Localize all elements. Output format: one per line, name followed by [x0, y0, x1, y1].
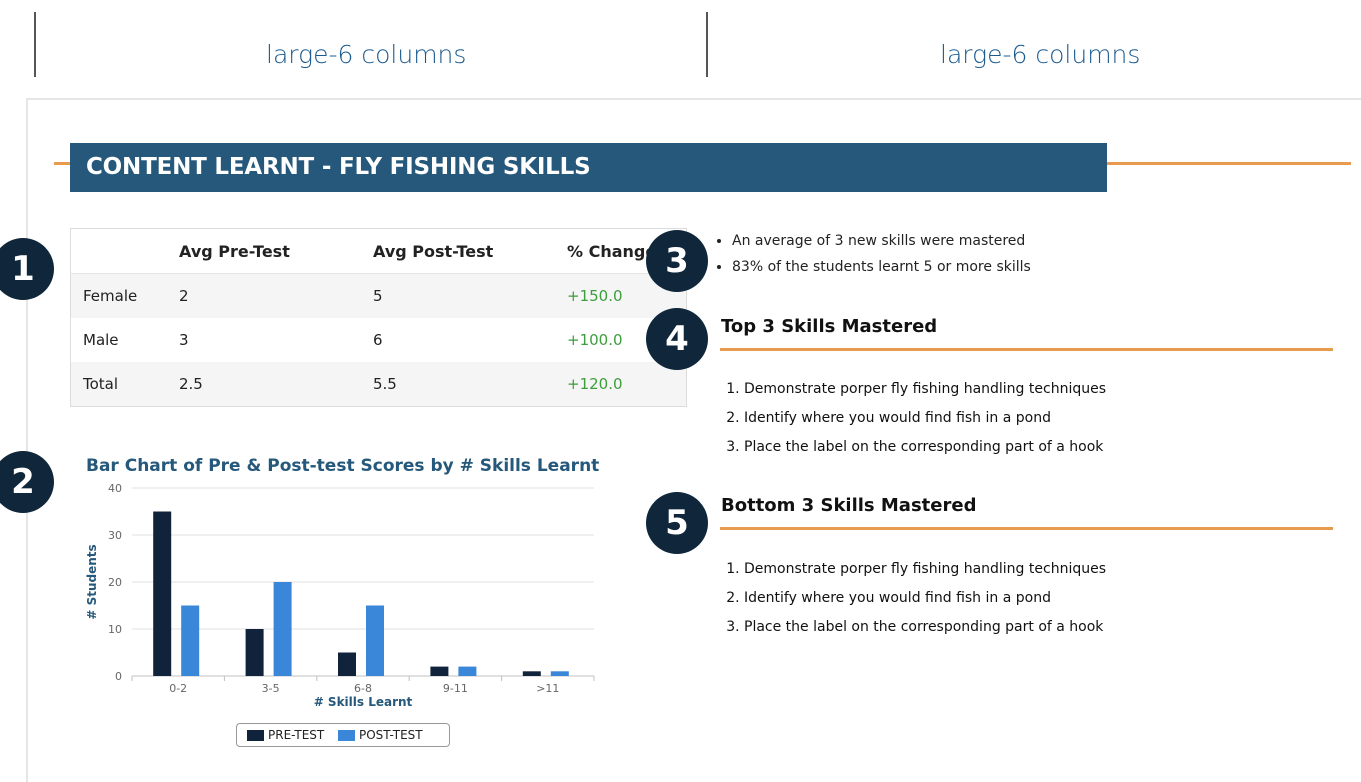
list-item: Place the label on the corresponding par…: [744, 433, 1106, 462]
table-cell: 5.5: [361, 362, 555, 407]
table-cell: 3: [167, 318, 361, 362]
bar-pre-test: [522, 671, 541, 676]
x-axis-title: # Skills Learnt: [314, 695, 413, 709]
list-item: Demonstrate porper fly fishing handling …: [744, 555, 1106, 584]
top-skills-heading: Top 3 Skills Mastered: [721, 316, 938, 337]
table-header-cell: Avg Post-Test: [361, 228, 555, 274]
table-cell: 5: [361, 273, 555, 318]
bar-pre-test: [338, 652, 356, 676]
legend-swatch-pre: [247, 730, 264, 741]
legend-label-post: POST-TEST: [359, 728, 423, 742]
bar-post-test: [550, 671, 569, 676]
y-tick-label: 20: [108, 576, 122, 589]
chart-legend: PRE-TEST POST-TEST: [236, 723, 450, 747]
x-tick-label: 3-5: [262, 682, 280, 695]
table-cell: 6: [361, 318, 555, 362]
bar-pre-test: [430, 666, 449, 676]
bar-chart: 0 10 20 30 40 0-2 3-5 6-8 9-11 >11 # Skills Learnt…: [85, 482, 595, 709]
column-label-right: large-6 columns: [940, 40, 1141, 69]
y-tick-label: 10: [108, 623, 122, 636]
bar-post-test: [366, 605, 384, 676]
badge-2: 2: [0, 451, 54, 513]
badge-3: 3: [646, 230, 708, 292]
summary-bullet: 83% of the students learnt 5 or more ski…: [732, 259, 1031, 275]
list-item: Identify where you would find fish in a …: [744, 404, 1106, 433]
table-cell: Female: [70, 273, 167, 318]
list-item: Identify where you would find fish in a …: [744, 584, 1106, 613]
x-tick-label: >11: [536, 682, 559, 695]
list-item: Demonstrate porper fly fishing handling …: [744, 375, 1106, 404]
bar-post-test: [181, 605, 200, 676]
table-cell: +120.0: [555, 362, 687, 407]
y-axis-title: # Students: [85, 544, 99, 619]
table-header-cell: Avg Pre-Test: [167, 228, 361, 274]
top-skills-rule: [720, 348, 1333, 351]
summary-bullets: An average of 3 new skills were mastered…: [712, 233, 1031, 285]
table-header-cell: [70, 228, 167, 274]
column-divider-left: [34, 12, 36, 77]
summary-bullet: An average of 3 new skills were mastered: [732, 233, 1031, 249]
x-tick-label: 6-8: [354, 682, 372, 695]
bar-post-test: [458, 666, 477, 676]
bar-pre-test: [153, 511, 172, 676]
section-title-banner: CONTENT LEARNT - FLY FISHING SKILLS: [70, 143, 1107, 192]
badge-4: 4: [646, 308, 708, 370]
bar-post-test: [273, 582, 292, 676]
badge-1: 1: [0, 238, 54, 300]
bar-pre-test: [245, 629, 264, 676]
content-left-border: [26, 98, 28, 782]
bottom-skills-list: Demonstrate porper fly fishing handling …: [722, 555, 1106, 642]
table-row: Female 2 5 +150.0: [70, 273, 687, 318]
column-divider-middle: [706, 12, 708, 77]
bottom-skills-rule: [720, 527, 1333, 530]
chart-title: Bar Chart of Pre & Post-test Scores by #…: [86, 456, 600, 476]
table-header-row: Avg Pre-Test Avg Post-Test % Change: [70, 228, 687, 274]
table-cell: 2.5: [167, 362, 361, 407]
stats-table: Avg Pre-Test Avg Post-Test % Change Fema…: [70, 228, 687, 407]
legend-label-pre: PRE-TEST: [268, 728, 325, 742]
bottom-skills-heading: Bottom 3 Skills Mastered: [721, 495, 977, 516]
table-cell: Male: [70, 318, 167, 362]
header-separator: [26, 98, 1361, 100]
table-row: Male 3 6 +100.0: [70, 318, 687, 362]
y-tick-label: 0: [115, 670, 122, 683]
x-tick-label: 0-2: [169, 682, 187, 695]
top-skills-list: Demonstrate porper fly fishing handling …: [722, 375, 1106, 462]
table-row: Total 2.5 5.5 +120.0: [70, 362, 687, 407]
x-tick-label: 9-11: [443, 682, 468, 695]
badge-5: 5: [646, 492, 708, 554]
y-tick-label: 30: [108, 529, 122, 542]
y-tick-label: 40: [108, 482, 122, 495]
legend-swatch-post: [338, 730, 355, 741]
list-item: Place the label on the corresponding par…: [744, 613, 1106, 642]
title-rule-right: [1105, 162, 1351, 165]
table-cell: Total: [70, 362, 167, 407]
column-label-left: large-6 columns: [266, 40, 467, 69]
table-cell: 2: [167, 273, 361, 318]
